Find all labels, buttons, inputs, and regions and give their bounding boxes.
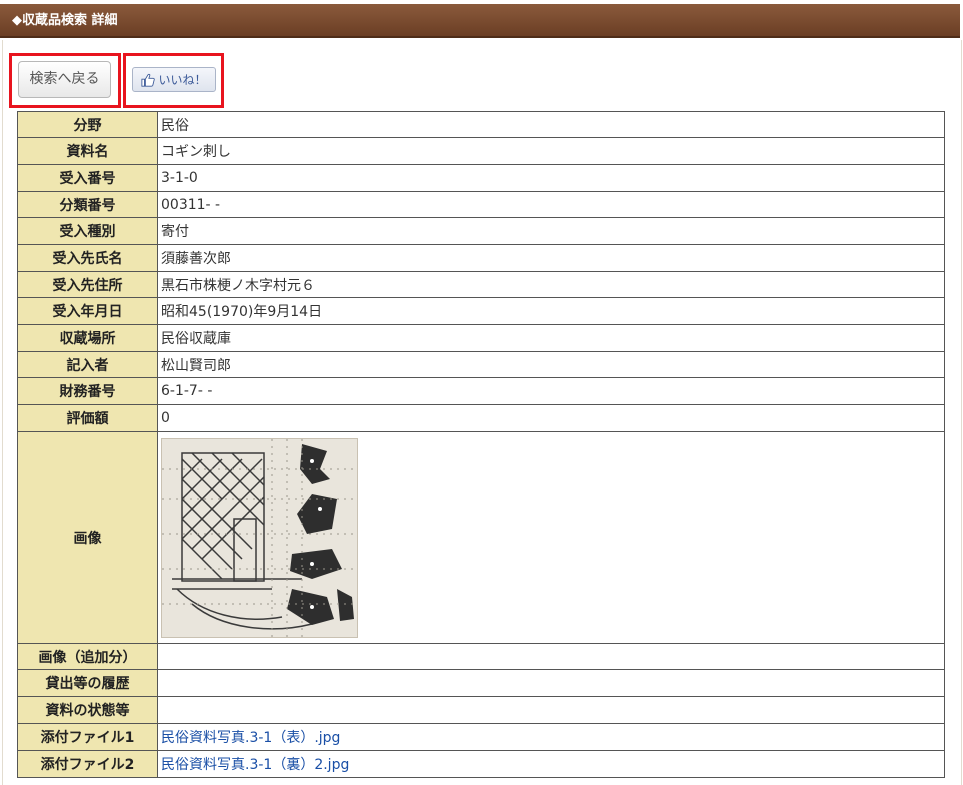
field-value-additional-images — [157, 643, 945, 670]
field-label-item-name: 資料名 — [17, 137, 158, 165]
table-row: 画像（追加分） — [17, 643, 945, 670]
field-label-asset-number: 財務番号 — [17, 377, 158, 405]
field-label-attachment-2: 添付ファイル2 — [17, 750, 158, 778]
table-row: 受入先氏名 須藤善次郎 — [17, 244, 945, 272]
table-row: 添付ファイル2 民俗資料写真.3-1（裏）2.jpg — [17, 750, 945, 778]
attachment-1-link[interactable]: 民俗資料写真.3-1（表）.jpg — [161, 730, 340, 746]
field-label-accession-number: 受入番号 — [17, 164, 158, 192]
field-label-image: 画像 — [17, 431, 158, 644]
field-label-appraisal-value: 評価額 — [17, 404, 158, 432]
table-row: 受入種別 寄付 — [17, 217, 945, 245]
field-value-appraisal-value: 0 — [157, 404, 945, 432]
field-value-recorder: 松山賢司郎 — [157, 351, 945, 378]
page-header: ◆収蔵品検索 詳細 — [0, 4, 960, 38]
field-value-loan-history — [157, 669, 945, 697]
field-label-donor-address: 受入先住所 — [17, 271, 158, 298]
table-row: 収蔵場所 民俗収蔵庫 — [17, 324, 945, 352]
table-row: 分類番号 00311- - — [17, 191, 945, 218]
table-row: 受入年月日 昭和45(1970)年9月14日 — [17, 297, 945, 325]
field-label-acquisition-type: 受入種別 — [17, 217, 158, 245]
table-row: 受入番号 3-1-0 — [17, 164, 945, 192]
thumbs-up-icon — [141, 73, 156, 87]
field-value-item-name: コギン刺し — [157, 137, 945, 165]
attachment-2-link[interactable]: 民俗資料写真.3-1（裏）2.jpg — [161, 757, 349, 773]
field-value-category: 民俗 — [157, 111, 945, 138]
field-label-classification-number: 分類番号 — [17, 191, 158, 218]
item-detail-table: 分野 民俗 資料名 コギン刺し 受入番号 3-1-0 分類番号 00311- -… — [17, 111, 945, 778]
back-to-search-button[interactable]: 検索へ戻る — [18, 61, 111, 98]
table-row: 評価額 0 — [17, 404, 945, 432]
field-value-donor-address: 黒石市株梗ノ木字村元６ — [157, 271, 945, 298]
field-label-condition: 資料の状態等 — [17, 696, 158, 724]
like-button-label: いいね！ — [158, 73, 207, 87]
field-value-image — [157, 431, 945, 644]
field-label-recorder: 記入者 — [17, 351, 158, 378]
field-label-loan-history: 貸出等の履歴 — [17, 669, 158, 697]
table-row: 資料名 コギン刺し — [17, 137, 945, 165]
table-row: 添付ファイル1 民俗資料写真.3-1（表）.jpg — [17, 723, 945, 751]
field-value-classification-number: 00311- - — [157, 191, 945, 218]
field-label-storage-location: 収蔵場所 — [17, 324, 158, 352]
item-photo[interactable] — [161, 437, 358, 638]
table-row: 記入者 松山賢司郎 — [17, 351, 945, 378]
table-row: 貸出等の履歴 — [17, 669, 945, 697]
field-label-additional-images: 画像（追加分） — [17, 643, 158, 670]
field-label-donor-name: 受入先氏名 — [17, 244, 158, 272]
field-value-donor-name: 須藤善次郎 — [157, 244, 945, 272]
field-value-attachment-1: 民俗資料写真.3-1（表）.jpg — [157, 723, 945, 751]
field-value-attachment-2: 民俗資料写真.3-1（裏）2.jpg — [157, 750, 945, 778]
field-value-storage-location: 民俗収蔵庫 — [157, 324, 945, 352]
table-row: 財務番号 6-1-7- - — [17, 377, 945, 405]
page-title: ◆収蔵品検索 詳細 — [12, 13, 118, 28]
field-value-asset-number: 6-1-7- - — [157, 377, 945, 405]
field-label-attachment-1: 添付ファイル1 — [17, 723, 158, 751]
table-row: 分野 民俗 — [17, 111, 945, 138]
field-value-condition — [157, 696, 945, 724]
field-value-acquisition-date: 昭和45(1970)年9月14日 — [157, 297, 945, 325]
field-label-acquisition-date: 受入年月日 — [17, 297, 158, 325]
like-button[interactable]: いいね！ — [132, 67, 216, 92]
field-label-category: 分野 — [17, 111, 158, 138]
table-row: 受入先住所 黒石市株梗ノ木字村元６ — [17, 271, 945, 298]
field-value-acquisition-type: 寄付 — [157, 217, 945, 245]
field-value-accession-number: 3-1-0 — [157, 164, 945, 192]
table-row: 画像 — [17, 431, 945, 644]
table-row: 資料の状態等 — [17, 696, 945, 724]
